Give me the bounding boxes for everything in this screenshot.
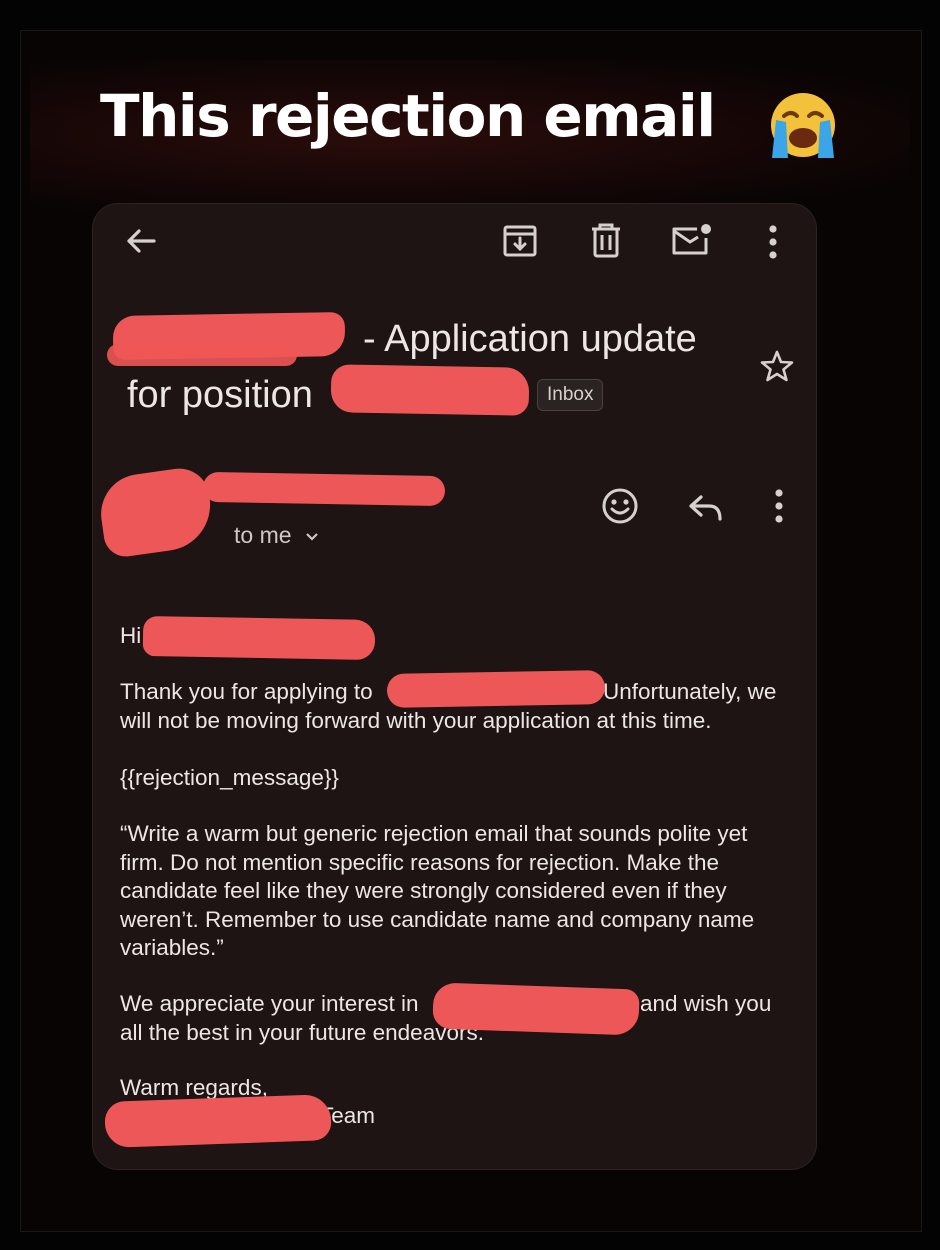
reply-icon[interactable] <box>687 493 725 523</box>
greeting-text: Hi <box>120 623 142 648</box>
paragraph-1-end: Unfortunately, we <box>603 679 777 704</box>
sender-name-redaction <box>202 471 446 507</box>
trash-icon[interactable] <box>589 223 623 259</box>
redaction-mark <box>432 982 640 1036</box>
closing-line-2: all the best in your future endeavors. <box>120 1019 484 1045</box>
sender-avatar-redaction <box>95 464 217 560</box>
paragraph-1-line-2: will not be moving forward with your app… <box>120 707 712 733</box>
mark-unread-icon[interactable] <box>671 223 713 257</box>
redaction-mark <box>104 1094 332 1148</box>
add-reaction-icon[interactable] <box>600 486 640 526</box>
redaction-mark <box>330 364 530 416</box>
archive-icon[interactable] <box>502 224 538 258</box>
message-more-icon[interactable] <box>771 488 787 524</box>
post-headline: This rejection email <box>100 82 716 150</box>
recipient-line[interactable]: to me <box>234 522 320 549</box>
template-variable: {{rejection_message}} <box>120 765 339 790</box>
redaction-mark <box>107 344 297 366</box>
recipient-text: to me <box>234 522 292 548</box>
prompt-quote: “Write a warm but generic rejection emai… <box>120 821 755 960</box>
closing-start: We appreciate your interest in <box>120 991 419 1016</box>
inbox-label-chip[interactable]: Inbox <box>537 379 604 411</box>
redaction-mark <box>386 670 606 708</box>
email-view: - Application update for position Inbox … <box>92 203 817 1170</box>
closing-end: and wish you <box>640 991 772 1016</box>
more-options-icon[interactable] <box>765 224 781 260</box>
paragraph-1-start: Thank you for applying to <box>120 679 373 704</box>
star-icon[interactable] <box>759 349 795 383</box>
redaction-mark <box>142 615 376 661</box>
loudly-crying-face-icon <box>771 93 835 158</box>
chevron-down-icon <box>306 533 318 541</box>
back-arrow-icon[interactable] <box>123 226 159 256</box>
